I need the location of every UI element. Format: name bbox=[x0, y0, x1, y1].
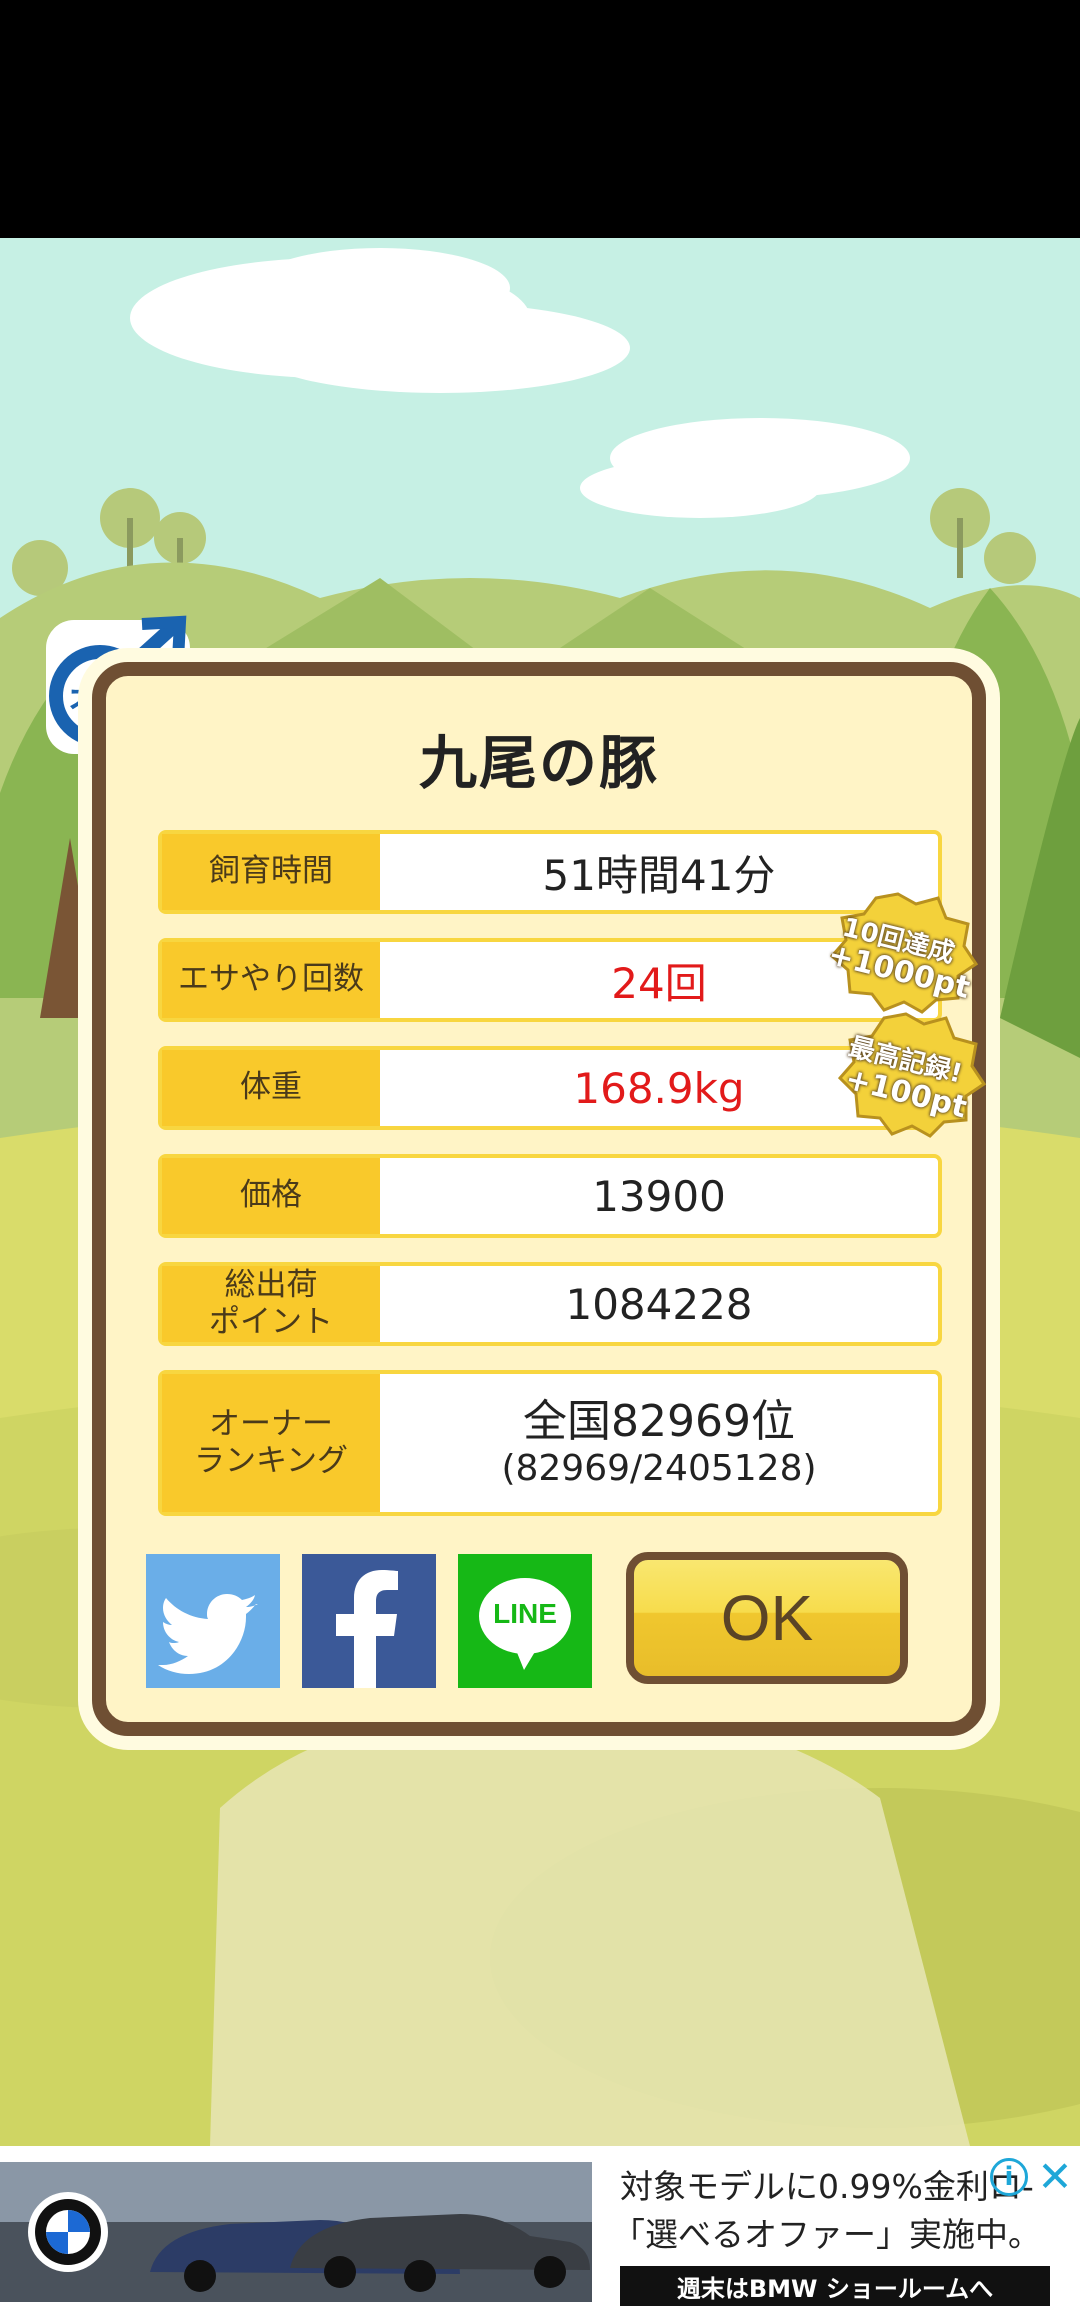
ranking-value: 全国82969位 (82969/2405128) bbox=[380, 1374, 938, 1512]
ranking-national: 全国82969位 bbox=[523, 1396, 795, 1447]
share-facebook-button[interactable] bbox=[302, 1554, 436, 1688]
ad-banner[interactable]: 対象モデルに0.99%金利ロ- 「選べるオファー」実施中。 週末はBMW ショー… bbox=[0, 2146, 1080, 2312]
share-twitter-button[interactable] bbox=[146, 1554, 280, 1688]
stat-row-total-points: 総出荷 ポイント 1084228 bbox=[158, 1262, 942, 1346]
ad-car-photo[interactable] bbox=[0, 2162, 592, 2302]
share-line-button[interactable]: LINE bbox=[458, 1554, 592, 1688]
ok-button[interactable]: OK bbox=[626, 1552, 908, 1684]
car-image bbox=[0, 2162, 592, 2302]
ad-headline[interactable]: 対象モデルに0.99%金利ロ- bbox=[620, 2160, 1034, 2208]
stat-label: 価格 bbox=[162, 1158, 380, 1234]
ad-cta-banner[interactable]: 週末はBMW ショールームへ bbox=[620, 2266, 1050, 2306]
stat-label: 飼育時間 bbox=[162, 834, 380, 910]
stat-value: 13900 bbox=[592, 1171, 726, 1221]
stat-row-owner-ranking: オーナー ランキング 全国82969位 (82969/2405128) bbox=[158, 1370, 942, 1516]
medal-feed-count: 10回達成 +1000pt bbox=[818, 890, 979, 1014]
line-logo-text: LINE bbox=[493, 1598, 557, 1629]
stat-value: 1084228 bbox=[565, 1279, 753, 1329]
ad-subheadline[interactable]: 「選べるオファー」実施中。 bbox=[612, 2208, 1041, 2256]
stat-row-weight: 体重 168.9kg bbox=[158, 1046, 942, 1130]
ranking-fraction: (82969/2405128) bbox=[501, 1447, 817, 1489]
stat-row-price: 価格 13900 bbox=[158, 1154, 942, 1238]
ad-close-icon[interactable]: ✕ bbox=[1036, 2152, 1074, 2201]
facebook-f-icon bbox=[336, 1570, 398, 1688]
ad-info-icon[interactable]: i bbox=[990, 2158, 1028, 2196]
pig-name-title: 九尾の豚 bbox=[418, 729, 659, 797]
medal-record: 最高記録! +100pt bbox=[826, 1010, 987, 1140]
twitter-bird-icon bbox=[158, 1594, 258, 1674]
stat-label: オーナー ランキング bbox=[162, 1374, 380, 1512]
status-bar bbox=[0, 0, 1080, 238]
stat-label: 総出荷 ポイント bbox=[162, 1266, 380, 1342]
pig-result-dialog: 九尾の豚 飼育時間 51時間41分 エサやり回数 24回 体重 168.9kg … bbox=[92, 662, 986, 1736]
stat-label: エサやり回数 bbox=[162, 942, 380, 1018]
stat-label: 体重 bbox=[162, 1050, 380, 1126]
